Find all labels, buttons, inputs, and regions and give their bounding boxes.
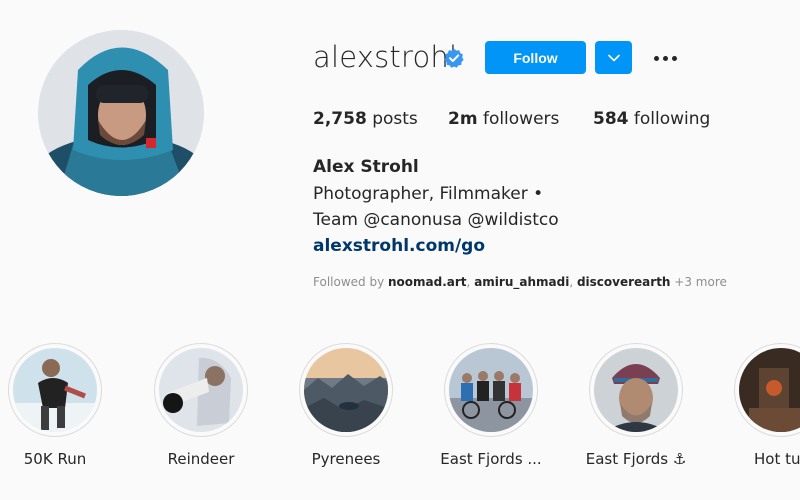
followers-stat[interactable]: 2m followers bbox=[448, 109, 559, 129]
followed-by-user: noomad.art bbox=[388, 275, 467, 289]
followed-by-user: discoverearth bbox=[576, 275, 671, 289]
profile-avatar[interactable] bbox=[38, 30, 204, 196]
bio-website-link[interactable]: alexstrohl.com/go bbox=[313, 236, 485, 256]
highlight-cover bbox=[13, 348, 97, 432]
highlight-reindeer[interactable] bbox=[154, 343, 248, 437]
highlight-label[interactable]: East Fjords ... bbox=[434, 450, 548, 468]
followed-by-more: +3 more bbox=[674, 275, 727, 289]
bio-full-name: Alex Strohl bbox=[313, 157, 419, 177]
followers-label: followers bbox=[482, 109, 560, 129]
posts-count: 2,758 bbox=[313, 109, 367, 129]
highlight-east-fjords-2[interactable] bbox=[589, 343, 683, 437]
highlight-cover bbox=[739, 348, 800, 432]
following-stat[interactable]: 584 following bbox=[593, 109, 710, 129]
bio-line-2: Team @canonusa @wildistco bbox=[313, 210, 559, 230]
highlight-50k-run[interactable] bbox=[8, 343, 102, 437]
highlight-label[interactable]: East Fjords ⚓ bbox=[579, 450, 693, 468]
suggested-accounts-dropdown-button[interactable] bbox=[595, 41, 632, 74]
following-count: 584 bbox=[593, 109, 629, 129]
verified-badge-icon bbox=[444, 48, 464, 68]
highlight-pyrenees[interactable] bbox=[299, 343, 393, 437]
follow-button[interactable]: Follow bbox=[485, 41, 586, 74]
more-options-icon[interactable] bbox=[650, 47, 680, 69]
highlight-cover bbox=[159, 348, 243, 432]
highlight-label[interactable]: Reindeer bbox=[154, 450, 248, 468]
posts-label: posts bbox=[372, 109, 418, 129]
chevron-down-icon bbox=[607, 54, 620, 61]
highlight-hot-tub[interactable] bbox=[734, 343, 800, 437]
followers-count: 2m bbox=[448, 109, 478, 129]
highlight-label[interactable]: Pyrenees bbox=[299, 450, 393, 468]
posts-stat: 2,758 posts bbox=[313, 109, 418, 129]
highlight-cover bbox=[304, 348, 388, 432]
following-label: following bbox=[633, 109, 711, 129]
bio-line-1: Photographer, Filmmaker • bbox=[313, 184, 544, 204]
followed-by-text[interactable]: Followed by noomad.art, amiru_ahmadi, di… bbox=[313, 275, 727, 289]
highlight-label[interactable]: Hot tu bbox=[754, 450, 800, 468]
profile-username: alexstrohl bbox=[313, 40, 458, 74]
highlight-cover bbox=[594, 348, 678, 432]
highlight-cover bbox=[449, 348, 533, 432]
followed-by-user: amiru_ahmadi bbox=[474, 275, 570, 289]
highlight-east-fjords-1[interactable] bbox=[444, 343, 538, 437]
highlight-label[interactable]: 50K Run bbox=[14, 450, 96, 468]
followed-by-prefix: Followed by bbox=[313, 275, 388, 289]
